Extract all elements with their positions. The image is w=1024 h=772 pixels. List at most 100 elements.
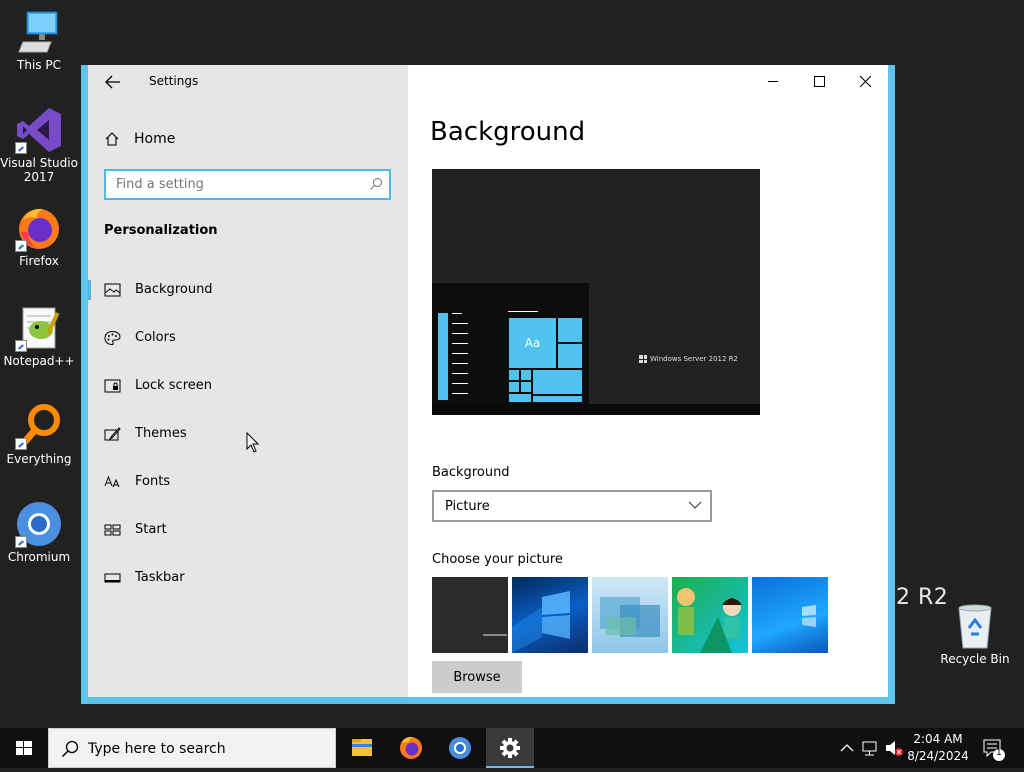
chevron-down-icon: [688, 501, 702, 509]
preview-taskbar: [432, 404, 760, 415]
taskbar-file-explorer[interactable]: [338, 728, 386, 768]
section-title: Personalization: [104, 223, 218, 238]
background-preview: Aa Windows Server 2012 R2: [432, 169, 760, 415]
sidebar-item-label: Taskbar: [135, 570, 185, 585]
chromium-icon: [449, 737, 471, 759]
sidebar-item-label: Fonts: [135, 474, 171, 489]
desktop-icon-label: Chromium: [7, 550, 71, 564]
desktop-icon-label: Notepad++: [3, 354, 75, 368]
font-icon: [104, 475, 120, 488]
desktop-icon-label: This PC: [17, 58, 61, 72]
window-controls: [750, 65, 888, 97]
shortcut-arrow-icon: [15, 536, 27, 548]
os-watermark: 2 R2: [896, 585, 949, 610]
home-icon: [105, 132, 119, 146]
computer-icon: [15, 8, 63, 56]
desktop-icon-chromium[interactable]: Chromium: [0, 500, 78, 564]
network-icon[interactable]: [860, 728, 880, 768]
volume-muted-icon[interactable]: [884, 728, 904, 768]
visual-studio-icon: [15, 106, 63, 154]
desktop-icon-visual-studio[interactable]: Visual Studio 2017: [0, 106, 78, 184]
sidebar-item-colors[interactable]: Colors: [88, 318, 408, 358]
start-button[interactable]: [0, 728, 48, 768]
desktop-icon-recycle-bin[interactable]: Recycle Bin: [936, 602, 1014, 666]
app-title: Settings: [149, 74, 199, 88]
windows-start-icon: [16, 741, 32, 755]
windows-logo-icon: [639, 355, 647, 363]
sidebar-item-label: Themes: [135, 426, 187, 441]
taskbar-search-placeholder: Type here to search: [88, 741, 226, 757]
thumbnail-cartoon-characters[interactable]: [672, 577, 748, 653]
shortcut-arrow-icon: [15, 438, 27, 450]
settings-window: Settings Home Personalization: [81, 65, 895, 704]
search-icon: [370, 177, 383, 190]
sidebar-item-label: Lock screen: [135, 378, 212, 393]
sidebar-item-taskbar[interactable]: Taskbar: [88, 558, 408, 598]
desktop-icon-label: Everything: [6, 452, 72, 466]
brush-icon: [104, 427, 121, 441]
show-hidden-icons-chevron-up-icon[interactable]: [838, 728, 856, 768]
settings-search-box[interactable]: [104, 169, 391, 200]
firefox-icon: [15, 204, 63, 252]
clock-time: 2:04 AM: [913, 732, 963, 746]
background-type-dropdown[interactable]: Picture: [432, 490, 712, 522]
home-link[interactable]: Home: [104, 129, 175, 149]
maximize-button[interactable]: [796, 65, 842, 97]
desktop-icon-firefox[interactable]: Firefox: [0, 204, 78, 268]
picture-icon: [104, 283, 121, 297]
action-center-button[interactable]: 1: [978, 728, 1008, 768]
sidebar-item-fonts[interactable]: Fonts: [88, 462, 408, 502]
lock-screen-icon: [104, 379, 121, 393]
taskbar-chromium[interactable]: [436, 728, 484, 768]
desktop-icon-label: Recycle Bin: [940, 652, 1010, 666]
thumbnail-dark-wallpaper[interactable]: [432, 577, 508, 653]
taskbar-settings[interactable]: [486, 728, 534, 768]
palette-icon: [104, 330, 121, 346]
taskbar-icon: [104, 573, 121, 583]
home-label: Home: [134, 131, 176, 147]
settings-sidebar: Settings Home Personalization: [88, 65, 408, 697]
settings-window-body: Settings Home Personalization: [88, 65, 888, 697]
thumbnail-light-blue-abstract[interactable]: [592, 577, 668, 653]
back-arrow-icon: [105, 75, 120, 89]
settings-search-input[interactable]: [106, 171, 356, 198]
sidebar-item-background[interactable]: Background: [88, 270, 408, 310]
page-title: Background: [430, 117, 586, 147]
close-button[interactable]: [842, 65, 888, 97]
notification-count: 1: [996, 748, 1002, 758]
sidebar-item-start[interactable]: Start: [88, 510, 408, 550]
minimize-icon: [768, 81, 778, 82]
clock-date: 8/24/2024: [907, 749, 969, 763]
desktop-icon-label: Visual Studio 2017: [0, 156, 78, 184]
search-icon: [61, 740, 79, 758]
sidebar-item-lock-screen[interactable]: Lock screen: [88, 366, 408, 406]
desktop-icon-this-pc[interactable]: This PC: [0, 8, 78, 72]
shortcut-arrow-icon: [15, 142, 27, 154]
back-button[interactable]: [102, 71, 124, 93]
start-icon: [104, 524, 121, 536]
shortcut-arrow-icon: [15, 340, 27, 352]
sidebar-item-label: Start: [135, 522, 167, 537]
file-explorer-icon: [352, 739, 372, 756]
browse-button[interactable]: Browse: [432, 661, 522, 693]
system-clock[interactable]: 2:04 AM 8/24/2024: [906, 731, 970, 765]
minimize-button[interactable]: [750, 65, 796, 97]
taskbar-search-box[interactable]: Type here to search: [48, 728, 336, 768]
desktop-icon-notepadpp[interactable]: Notepad++: [0, 304, 78, 368]
notepad-plus-plus-icon: [15, 304, 63, 352]
preview-tile-aa: Aa: [508, 317, 557, 369]
preview-tiles: Aa: [508, 317, 583, 403]
sidebar-item-label: Background: [135, 282, 213, 297]
shortcut-arrow-icon: [15, 240, 27, 252]
thumbnail-windows-10-hero[interactable]: [512, 577, 588, 653]
choose-picture-label: Choose your picture: [432, 552, 563, 567]
preview-os-logo: Windows Server 2012 R2: [639, 355, 738, 363]
firefox-icon: [400, 736, 422, 759]
taskbar-firefox[interactable]: [387, 728, 435, 768]
preview-start-menu: Aa: [432, 283, 589, 404]
desktop-icon-everything[interactable]: Everything: [0, 402, 78, 466]
desktop-icon-label: Firefox: [19, 254, 59, 268]
close-icon: [859, 75, 872, 88]
thumbnail-windows-10-blue[interactable]: [752, 577, 828, 653]
background-type-label: Background: [432, 465, 510, 480]
